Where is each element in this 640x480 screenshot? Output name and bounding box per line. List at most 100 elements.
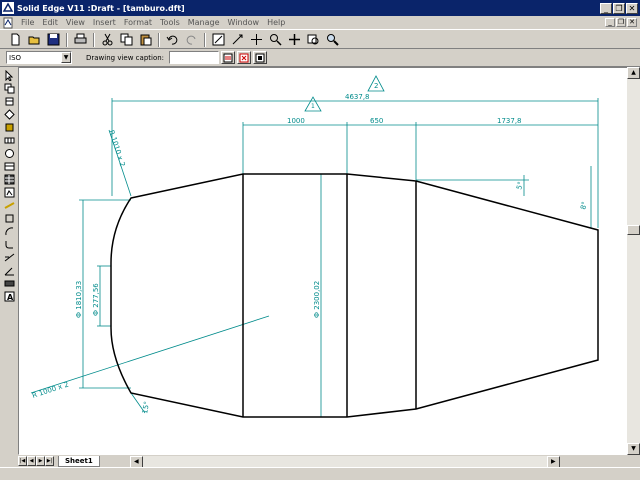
dim-radius-top: R 1010 x 2 <box>107 129 126 168</box>
drawing-canvas[interactable]: 4637,8 1000 650 1737,8 1 2 Ф 2300,02 Ф 1… <box>18 67 628 455</box>
open-icon <box>28 36 39 45</box>
menu-file[interactable]: File <box>17 18 38 27</box>
next-sheet-button[interactable]: ▶ <box>36 456 45 466</box>
scroll-left-button[interactable]: ◀ <box>129 455 143 468</box>
redo-button[interactable] <box>182 32 200 48</box>
angle-icon <box>4 267 14 276</box>
document-icon[interactable] <box>2 17 14 29</box>
fillet-tool[interactable] <box>2 238 16 251</box>
dim-angle1: 5° <box>515 181 525 191</box>
callout-2: 2 <box>374 82 378 90</box>
draft-view-tool[interactable] <box>2 160 16 173</box>
menu-edit[interactable]: Edit <box>38 18 62 27</box>
title-bar: Solid Edge V11 :Draft - [tamburo.dft] _ … <box>0 0 640 16</box>
main-toolbar <box>0 31 640 49</box>
copy-icon <box>120 33 132 46</box>
maximize-button[interactable]: ❐ <box>613 2 625 14</box>
image-icon <box>4 187 14 198</box>
magnifier-icon <box>326 34 339 46</box>
principal-view-icon <box>5 97 13 106</box>
dim-seg1: 1000 <box>287 117 305 125</box>
save-icon <box>47 33 59 46</box>
scroll-right-button[interactable]: ▶ <box>546 455 560 468</box>
parts-list-tool[interactable] <box>2 173 16 186</box>
fillet-icon <box>5 241 13 249</box>
undo-button[interactable] <box>163 32 181 48</box>
callout-1: 1 <box>311 103 315 110</box>
angle-dim-tool[interactable] <box>2 264 16 277</box>
text-tool[interactable]: A <box>2 290 16 303</box>
detail-view-tool[interactable] <box>2 134 16 147</box>
paste-button[interactable] <box>136 32 154 48</box>
view-orientation-value: ISO <box>9 53 22 62</box>
zoom-button[interactable] <box>266 32 284 48</box>
select-tool[interactable] <box>2 69 16 82</box>
paste-icon <box>140 34 151 46</box>
chevron-down-icon[interactable]: ▼ <box>61 52 71 63</box>
dim-radius-bottom: R 1000 x 2 <box>31 381 70 400</box>
horizontal-scrollbar[interactable]: ◀ ▶ <box>129 455 560 468</box>
image-tool[interactable] <box>2 186 16 199</box>
scroll-up-button[interactable]: ▲ <box>627 67 640 79</box>
dim-angle3: 15° <box>141 401 151 415</box>
prev-sheet-button[interactable]: ◀ <box>27 456 36 466</box>
doc-minimize-button[interactable]: _ <box>605 18 615 27</box>
zoom-window-button[interactable] <box>304 32 322 48</box>
menu-window[interactable]: Window <box>224 18 264 27</box>
pan-icon <box>250 34 262 45</box>
scroll-thumb[interactable] <box>627 225 640 235</box>
close-button[interactable]: ✕ <box>626 2 638 14</box>
crosshair-button[interactable] <box>285 32 303 48</box>
first-sheet-button[interactable]: |◀ <box>18 456 27 466</box>
last-sheet-button[interactable]: ▶| <box>45 456 54 466</box>
draw-toolbar: A <box>0 67 18 467</box>
menu-insert[interactable]: Insert <box>89 18 120 27</box>
menu-format[interactable]: Format <box>120 18 156 27</box>
redo-icon <box>186 35 195 45</box>
undo-icon <box>166 35 177 45</box>
dim-diam-left1: Ф 1810,33 <box>75 281 83 318</box>
menu-bar: File Edit View Insert Format Tools Manag… <box>0 16 640 30</box>
fit-button[interactable] <box>228 32 246 48</box>
new-button[interactable] <box>6 32 24 48</box>
cut-button[interactable] <box>98 32 116 48</box>
status-bar <box>0 467 640 480</box>
zoom-area-button[interactable] <box>209 32 227 48</box>
line-tool[interactable] <box>2 199 16 212</box>
pan-button[interactable] <box>247 32 265 48</box>
menu-manage[interactable]: Manage <box>184 18 224 27</box>
caption-style-button[interactable] <box>237 51 252 64</box>
style-icon <box>239 53 249 62</box>
menu-help[interactable]: Help <box>263 18 289 27</box>
minimize-button[interactable]: _ <box>600 2 612 14</box>
dimension-tool[interactable] <box>2 251 16 264</box>
copy-button[interactable] <box>117 32 135 48</box>
vertical-scrollbar[interactable]: ▲ ▼ <box>627 67 640 455</box>
broken-view-tool[interactable] <box>2 147 16 160</box>
rectangle-tool[interactable] <box>2 212 16 225</box>
annotation-tool[interactable] <box>2 277 16 290</box>
section-view-tool[interactable] <box>2 121 16 134</box>
caption-update-button[interactable] <box>253 51 268 64</box>
view-orientation-select[interactable]: ISO ▼ <box>6 51 72 64</box>
principal-view-tool[interactable] <box>2 95 16 108</box>
arrow-icon <box>5 70 13 81</box>
scroll-down-button[interactable]: ▼ <box>627 443 640 455</box>
magnifier-button[interactable] <box>323 32 341 48</box>
rectangle-icon <box>5 214 13 223</box>
update-icon <box>255 53 265 62</box>
menu-view[interactable]: View <box>62 18 89 27</box>
dim-diam-main: Ф 2300,02 <box>313 281 321 318</box>
open-button[interactable] <box>25 32 43 48</box>
caption-props-button[interactable] <box>221 51 236 64</box>
doc-close-button[interactable]: ✕ <box>627 18 637 27</box>
menu-tools[interactable]: Tools <box>156 18 184 27</box>
caption-input[interactable] <box>169 51 220 64</box>
tab-sheet1[interactable]: Sheet1 <box>58 455 100 467</box>
save-button[interactable] <box>44 32 62 48</box>
view-wizard-tool[interactable] <box>2 82 16 95</box>
doc-restore-button[interactable]: ❐ <box>616 18 626 27</box>
arc-tool[interactable] <box>2 225 16 238</box>
aux-view-tool[interactable] <box>2 108 16 121</box>
print-button[interactable] <box>71 32 89 48</box>
